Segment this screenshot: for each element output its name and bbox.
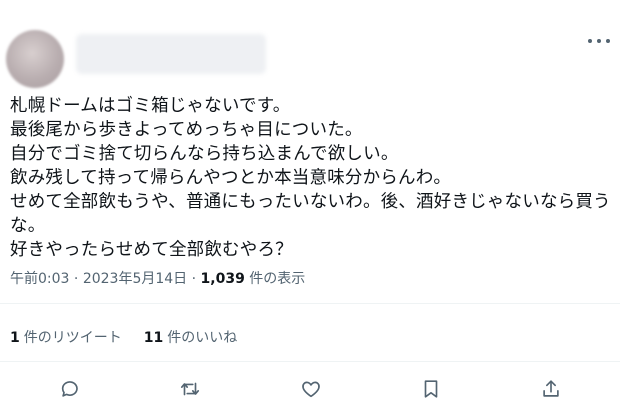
tweet-line: 自分でゴミ捨て切らんなら持ち込まんで欲しい。 (10, 144, 399, 164)
tweet-line: 最後尾から歩きよってめっちゃ目についた。 (10, 120, 363, 140)
bookmark-icon (424, 380, 438, 398)
action-bar (0, 374, 620, 404)
tweet-line: な。 (10, 216, 46, 236)
views-count: 1,039 (200, 271, 245, 287)
tweet-time[interactable]: 午前0:03 (10, 271, 69, 287)
tweet-stats: 1 件のリツイート 11 件のいいね (10, 327, 237, 347)
share-button[interactable] (536, 374, 566, 404)
like-icon (302, 381, 320, 398)
reply-icon (61, 381, 78, 397)
reply-button[interactable] (55, 374, 85, 404)
dot (588, 39, 592, 43)
more-options-icon[interactable] (588, 34, 610, 48)
retweet-button[interactable] (175, 374, 205, 404)
tweet-line: 好きやったらせめて全部飲むやろ？ (10, 240, 293, 260)
meta-separator: · (73, 271, 79, 287)
dot (597, 39, 601, 43)
dot (606, 39, 610, 43)
retweets-count: 1 (10, 330, 20, 346)
likes-stat[interactable]: 11 件のいいね (144, 327, 237, 347)
divider (0, 361, 620, 362)
retweets-label: 件のリツイート (23, 330, 122, 346)
likes-count: 11 (143, 330, 164, 346)
views-label: 件の表示 (249, 271, 306, 287)
tweet-text: 札幌ドームはゴミ箱じゃないです。 最後尾から歩きよってめっちゃ目についた。 自分… (10, 94, 611, 262)
retweets-stat[interactable]: 1 件のリツイート (10, 327, 122, 347)
tweet-line: せめて全部飲もうや、普通にもったいないわ。後、酒好きじゃないなら買う (10, 192, 611, 212)
tweet-meta: 午前0:03 · 2023年5月14日 · 1,039 件の表示 (10, 268, 305, 288)
avatar[interactable] (6, 30, 64, 88)
tweet-line: 飲み残して持って帰らんやつとか本当意味分からんわ。 (10, 168, 452, 188)
bookmark-button[interactable] (416, 374, 446, 404)
share-icon (543, 380, 559, 397)
meta-separator: · (191, 271, 197, 287)
divider (0, 303, 620, 304)
retweet-icon (180, 382, 200, 396)
like-button[interactable] (296, 374, 326, 404)
tweet-line: 札幌ドームはゴミ箱じゃないです。 (10, 96, 291, 116)
likes-label: 件のいいね (167, 330, 238, 346)
author-name-redacted[interactable] (76, 34, 266, 74)
tweet-date[interactable]: 2023年5月14日 (83, 271, 187, 287)
